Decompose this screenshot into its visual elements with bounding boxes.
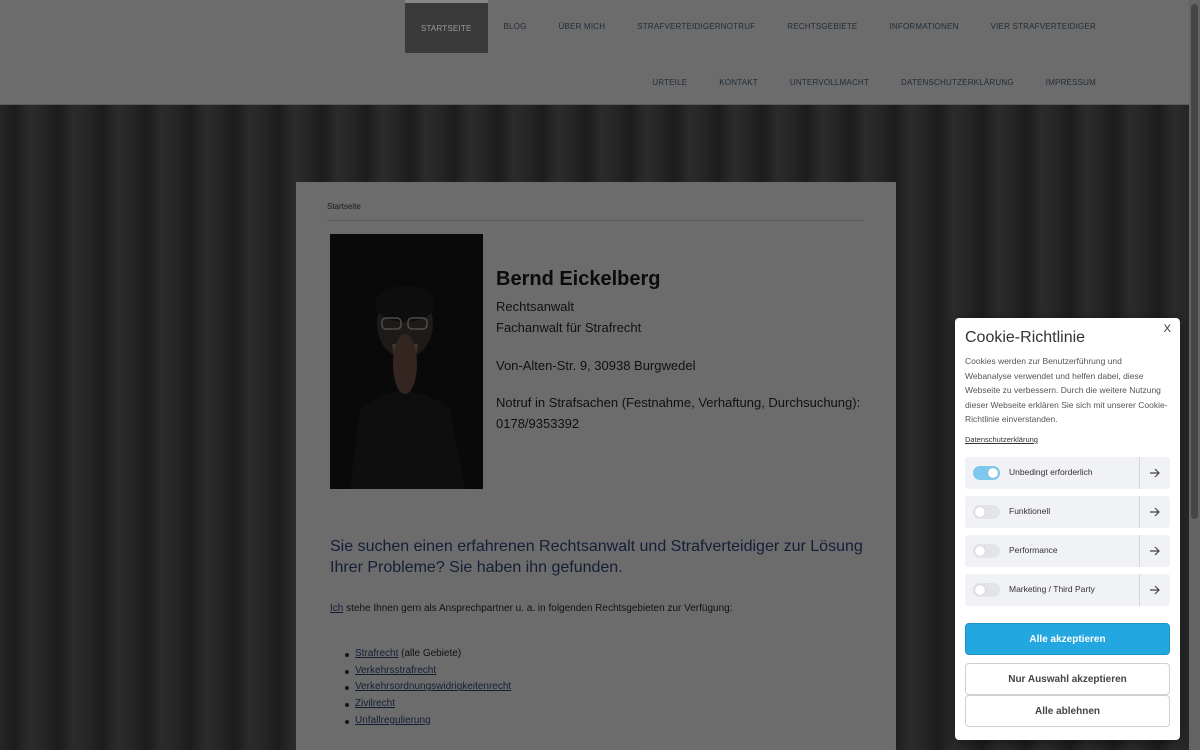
area-link-strafrecht[interactable]: Strafrecht <box>355 648 398 659</box>
toggle-knob <box>975 507 985 517</box>
toggle-knob <box>988 468 998 478</box>
cookie-category-necessary: Unbedingt erforderlich <box>965 457 1170 489</box>
emergency-label: Notruf in Strafsachen (Festnahme, Verhaf… <box>496 395 861 410</box>
cookie-title: Cookie-Richtlinie <box>965 329 1086 346</box>
nav-item-blog[interactable]: BLOG <box>488 0 543 53</box>
cookie-category-marketing: Marketing / Third Party <box>965 574 1170 606</box>
cookie-description: Cookies werden zur Benutzerführung und W… <box>965 356 1168 425</box>
page-scrollbar[interactable] <box>1189 0 1200 750</box>
nav-item-rechtsgebiete[interactable]: RECHTSGEBIETE <box>771 0 873 53</box>
category-label: Unbedingt erforderlich <box>1009 467 1093 477</box>
nav-item-informationen[interactable]: INFORMATIONEN <box>873 0 974 53</box>
page-headline: Sie suchen einen erfahrenen Rechtsanwalt… <box>330 538 863 576</box>
main-nav-row-2: URTEILE KONTAKT UNTERVOLLMACHT DATENSCHU… <box>636 57 1112 107</box>
nav-item-impressum[interactable]: IMPRESSUM <box>1030 57 1112 107</box>
toggle-knob <box>975 585 985 595</box>
accept-all-button[interactable]: Alle akzeptieren <box>965 623 1170 655</box>
office-address: Von-Alten-Str. 9, 30938 Burgwedel <box>496 358 696 373</box>
lawyer-portrait <box>330 234 483 489</box>
job-title: Rechtsanwalt <box>496 299 575 314</box>
list-item: Unfallregulierung <box>344 715 511 732</box>
breadcrumb[interactable]: Startseite <box>327 202 361 211</box>
close-icon[interactable]: X <box>1164 323 1171 335</box>
performance-toggle[interactable] <box>973 544 1000 558</box>
cookie-category-performance: Performance <box>965 535 1170 567</box>
arrow-right-icon[interactable] <box>1139 457 1170 489</box>
category-label: Funktionell <box>1009 506 1051 516</box>
category-label: Marketing / Third Party <box>1009 584 1095 594</box>
arrow-right-icon[interactable] <box>1139 535 1170 567</box>
nav-item-strafverteidigernotruf[interactable]: STRAFVERTEIDIGERNOTRUF <box>621 0 771 53</box>
area-link-zivilrecht[interactable]: Zivilrecht <box>355 698 395 709</box>
arrow-right-icon[interactable] <box>1139 574 1170 606</box>
breadcrumb-divider <box>327 220 864 221</box>
area-suffix: (alle Gebiete) <box>398 648 462 659</box>
area-link-verkehrsordnungswidrigkeitenrecht[interactable]: Verkehrsordnungswidrigkeitenrecht <box>355 681 511 692</box>
specialization: Fachanwalt für Strafrecht <box>496 320 642 335</box>
intro-link-ich[interactable]: Ich <box>330 603 343 614</box>
nav-item-kontakt[interactable]: KONTAKT <box>703 57 774 107</box>
emergency-phone: 0178/9353392 <box>496 416 580 431</box>
category-label: Performance <box>1009 545 1058 555</box>
nav-item-vier-strafverteidiger[interactable]: VIER STRAFVERTEIDIGER <box>975 0 1112 53</box>
reject-all-button[interactable]: Alle ablehnen <box>965 695 1170 727</box>
lawyer-name: Bernd Eickelberg <box>496 268 661 290</box>
accept-selection-button[interactable]: Nur Auswahl akzeptieren <box>965 663 1170 695</box>
main-nav-row-1: STARTSEITE BLOG ÜBER MICH STRAFVERTEIDIG… <box>404 0 1112 53</box>
cookie-category-functional: Funktionell <box>965 496 1170 528</box>
nav-item-ueber-mich[interactable]: ÜBER MICH <box>543 0 622 53</box>
site-header: STARTSEITE BLOG ÜBER MICH STRAFVERTEIDIG… <box>0 0 1200 105</box>
arrow-right-icon[interactable] <box>1139 496 1170 528</box>
content-card: Startseite Bernd Eickelberg Rechtsanwalt… <box>296 182 896 750</box>
nav-item-startseite[interactable]: STARTSEITE <box>404 0 488 53</box>
practice-areas-list: Strafrecht (alle Gebiete) Verkehrsstrafr… <box>344 648 511 732</box>
functional-toggle[interactable] <box>973 505 1000 519</box>
scrollbar-thumb[interactable] <box>1191 4 1198 519</box>
list-item: Strafrecht (alle Gebiete) <box>344 648 511 665</box>
necessary-toggle[interactable] <box>973 466 1000 480</box>
marketing-toggle[interactable] <box>973 583 1000 597</box>
area-link-verkehrsstrafrecht[interactable]: Verkehrsstrafrecht <box>355 665 436 676</box>
list-item: Verkehrsordnungswidrigkeitenrecht <box>344 681 511 698</box>
nav-item-untervollmacht[interactable]: UNTERVOLLMACHT <box>774 57 885 107</box>
cookie-dialog: X Cookie-Richtlinie Cookies werden zur B… <box>955 318 1180 740</box>
nav-item-datenschutzerklaerung[interactable]: DATENSCHUTZERKLÄRUNG <box>885 57 1030 107</box>
list-item: Zivilrecht <box>344 698 511 715</box>
nav-item-urteile[interactable]: URTEILE <box>636 57 703 107</box>
intro-text: stehe Ihnen gern als Ansprechpartner u. … <box>343 603 733 614</box>
area-link-unfallregulierung[interactable]: Unfallregulierung <box>355 715 431 726</box>
toggle-knob <box>975 546 985 556</box>
intro-paragraph: Ich stehe Ihnen gern als Ansprechpartner… <box>330 603 733 614</box>
list-item: Verkehrsstrafrecht <box>344 665 511 682</box>
privacy-policy-link[interactable]: Datenschutzerklärung <box>965 435 1038 444</box>
